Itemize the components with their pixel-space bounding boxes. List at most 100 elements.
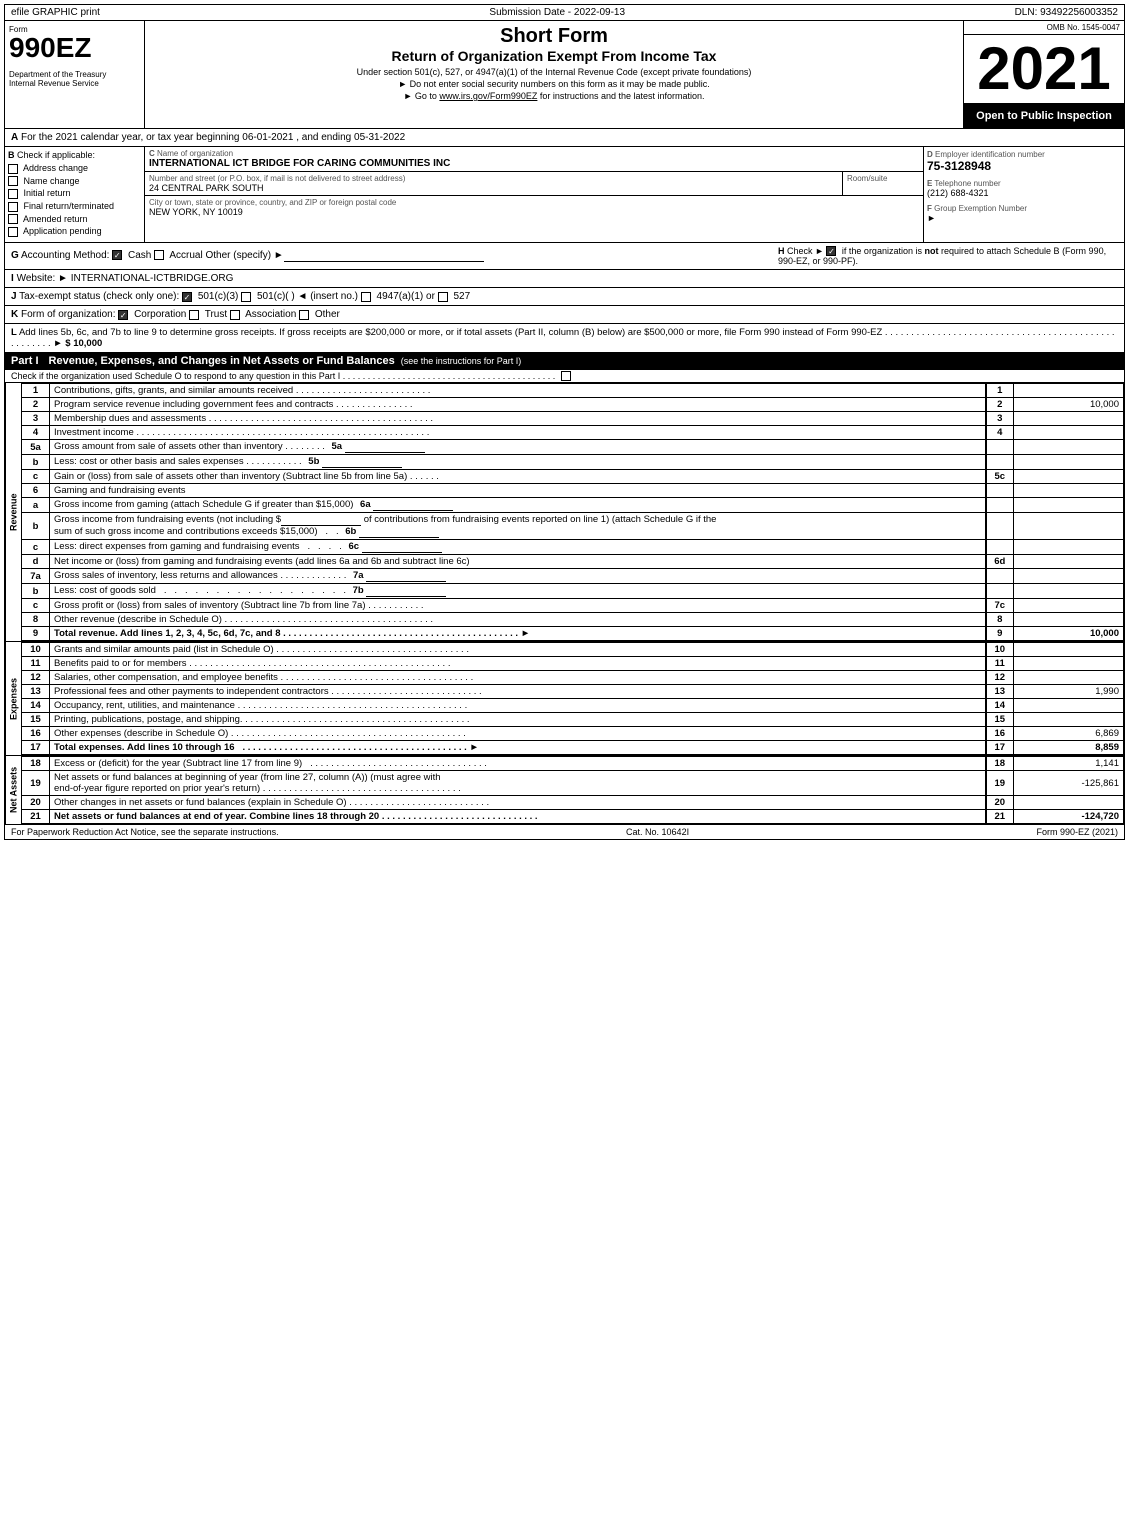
- line-ref-2: 2: [986, 398, 1014, 412]
- name-change-item[interactable]: Name change: [8, 176, 141, 187]
- corp-checkbox[interactable]: ✓: [118, 310, 128, 320]
- line-val-5a: [1014, 440, 1124, 455]
- line-desc-8: Other revenue (describe in Schedule O) .…: [50, 613, 986, 627]
- line-num-11: 11: [22, 657, 50, 671]
- org-name: INTERNATIONAL ICT BRIDGE FOR CARING COMM…: [149, 158, 919, 169]
- other-label: Other (specify) ►: [205, 250, 483, 261]
- line-desc-7c: Gross profit or (loss) from sales of inv…: [50, 599, 986, 613]
- assoc-label: Association: [245, 309, 299, 320]
- line-num-14: 14: [22, 699, 50, 713]
- line-ref-15: 15: [986, 713, 1014, 727]
- room-label: Room/suite: [847, 174, 919, 183]
- line-num-5c: c: [22, 470, 50, 484]
- line-ref-20: 20: [986, 796, 1014, 810]
- line-desc-20: Other changes in net assets or fund bala…: [50, 796, 986, 810]
- h-checkbox[interactable]: ✓: [826, 246, 836, 256]
- line-ref-7a: [986, 569, 1014, 584]
- irs-label: Internal Revenue Service: [9, 79, 140, 88]
- table-row: 3 Membership dues and assessments . . . …: [22, 412, 1124, 426]
- line-ref-7b: [986, 584, 1014, 599]
- line-num-5a: 5a: [22, 440, 50, 455]
- footer-left: For Paperwork Reduction Act Notice, see …: [11, 827, 279, 837]
- application-pending-item[interactable]: Application pending: [8, 226, 141, 237]
- form-info-left: Form 990EZ Department of the Treasury In…: [5, 21, 145, 128]
- application-pending-checkbox[interactable]: [8, 227, 18, 237]
- line-num-7b: b: [22, 584, 50, 599]
- net-assets-side-label: Net Assets: [5, 756, 21, 824]
- org-street: Number and street (or P.O. box, if mail …: [145, 172, 843, 195]
- amended-return-item[interactable]: Amended return: [8, 214, 141, 225]
- line-desc-13: Professional fees and other payments to …: [50, 685, 986, 699]
- line-desc-9: Total revenue. Add lines 1, 2, 3, 4, 5c,…: [50, 627, 986, 641]
- line-ref-6b: [986, 513, 1014, 540]
- acct-row: G Accounting Method: ✓ Cash Accrual Othe…: [4, 243, 1125, 271]
- initial-return-checkbox[interactable]: [8, 189, 18, 199]
- line-ref-5b: [986, 455, 1014, 470]
- address-change-item[interactable]: Address change: [8, 163, 141, 174]
- form-org-label: Form of organization:: [21, 309, 118, 320]
- assoc-checkbox[interactable]: [230, 310, 240, 320]
- cash-checkbox[interactable]: ✓: [112, 250, 122, 260]
- section-i-label: I: [11, 273, 14, 284]
- accrual-checkbox[interactable]: [154, 250, 164, 260]
- top-bar: efile GRAPHIC print Submission Date - 20…: [4, 4, 1125, 21]
- line-desc-21: Net assets or fund balances at end of ye…: [50, 810, 986, 824]
- initial-return-label: Initial return: [24, 188, 71, 198]
- table-row: 1 Contributions, gifts, grants, and simi…: [22, 384, 1124, 398]
- revenue-side-label: Revenue: [5, 383, 21, 641]
- final-return-item[interactable]: Final return/terminated: [8, 201, 141, 212]
- line-num-15: 15: [22, 713, 50, 727]
- expenses-content: 10 Grants and similar amounts paid (list…: [21, 642, 1124, 755]
- line-desc-2: Program service revenue including govern…: [50, 398, 986, 412]
- tax-4947-checkbox[interactable]: [361, 292, 371, 302]
- line-ref-14: 14: [986, 699, 1014, 713]
- address-change-checkbox[interactable]: [8, 164, 18, 174]
- website-row: I Website: ► INTERNATIONAL-ICTBRIDGE.ORG: [4, 270, 1125, 288]
- initial-return-item[interactable]: Initial return: [8, 188, 141, 199]
- form-number: 990EZ: [9, 34, 140, 62]
- org-name-label: C Name of organization: [149, 149, 919, 158]
- table-row: 18 Excess or (deficit) for the year (Sub…: [22, 757, 1124, 771]
- line-ref-21: 21: [986, 810, 1014, 824]
- line-val-17: 8,859: [1014, 741, 1124, 755]
- part-i-check-text: Check if the organization used Schedule …: [11, 371, 555, 381]
- line-desc-17: Total expenses. Add lines 10 through 16 …: [50, 741, 986, 755]
- street-value: 24 CENTRAL PARK SOUTH: [149, 183, 838, 193]
- line-ref-17: 17: [986, 741, 1014, 755]
- phone-number: (212) 688-4321: [927, 188, 1121, 198]
- footer-right: Form 990-EZ (2021): [1036, 827, 1118, 837]
- org-name-row: C Name of organization INTERNATIONAL ICT…: [145, 147, 923, 172]
- line-num-3: 3: [22, 412, 50, 426]
- org-room: Room/suite: [843, 172, 923, 195]
- table-row: 12 Salaries, other compensation, and emp…: [22, 671, 1124, 685]
- dln-number: DLN: 93492256003352: [1015, 7, 1118, 18]
- table-row: c Gain or (loss) from sale of assets oth…: [22, 470, 1124, 484]
- line-ref-8: 8: [986, 613, 1014, 627]
- table-row: 16 Other expenses (describe in Schedule …: [22, 727, 1124, 741]
- line-desc-6: Gaming and fundraising events: [50, 484, 986, 498]
- net-assets-section: Net Assets 18 Excess or (deficit) for th…: [4, 756, 1125, 825]
- revenue-table: 1 Contributions, gifts, grants, and simi…: [21, 383, 1124, 641]
- part-i-header: Part I Revenue, Expenses, and Changes in…: [4, 353, 1125, 370]
- add-lines-row: L Add lines 5b, 6c, and 7b to line 9 to …: [4, 324, 1125, 353]
- name-change-checkbox[interactable]: [8, 176, 18, 186]
- tax-501c-checkbox[interactable]: [241, 292, 251, 302]
- final-return-checkbox[interactable]: [8, 202, 18, 212]
- tax-527-checkbox[interactable]: [438, 292, 448, 302]
- table-row: 20 Other changes in net assets or fund b…: [22, 796, 1124, 810]
- line-desc-11: Benefits paid to or for members . . . . …: [50, 657, 986, 671]
- other-org-checkbox[interactable]: [299, 310, 309, 320]
- line-val-3: [1014, 412, 1124, 426]
- corp-label: Corporation: [134, 309, 189, 320]
- tax-501c3-checkbox[interactable]: ✓: [182, 292, 192, 302]
- form-title2: Return of Organization Exempt From Incom…: [149, 48, 959, 64]
- table-row: b Gross income from fundraising events (…: [22, 513, 1124, 540]
- org-address-row: Number and street (or P.O. box, if mail …: [145, 172, 923, 196]
- amended-return-checkbox[interactable]: [8, 214, 18, 224]
- trust-checkbox[interactable]: [189, 310, 199, 320]
- line-ref-1: 1: [986, 384, 1014, 398]
- group-label: F Group Exemption Number: [927, 204, 1121, 213]
- line-num-9: 9: [22, 627, 50, 641]
- line-val-11: [1014, 657, 1124, 671]
- part-i-schedule-o-checkbox[interactable]: [561, 371, 571, 381]
